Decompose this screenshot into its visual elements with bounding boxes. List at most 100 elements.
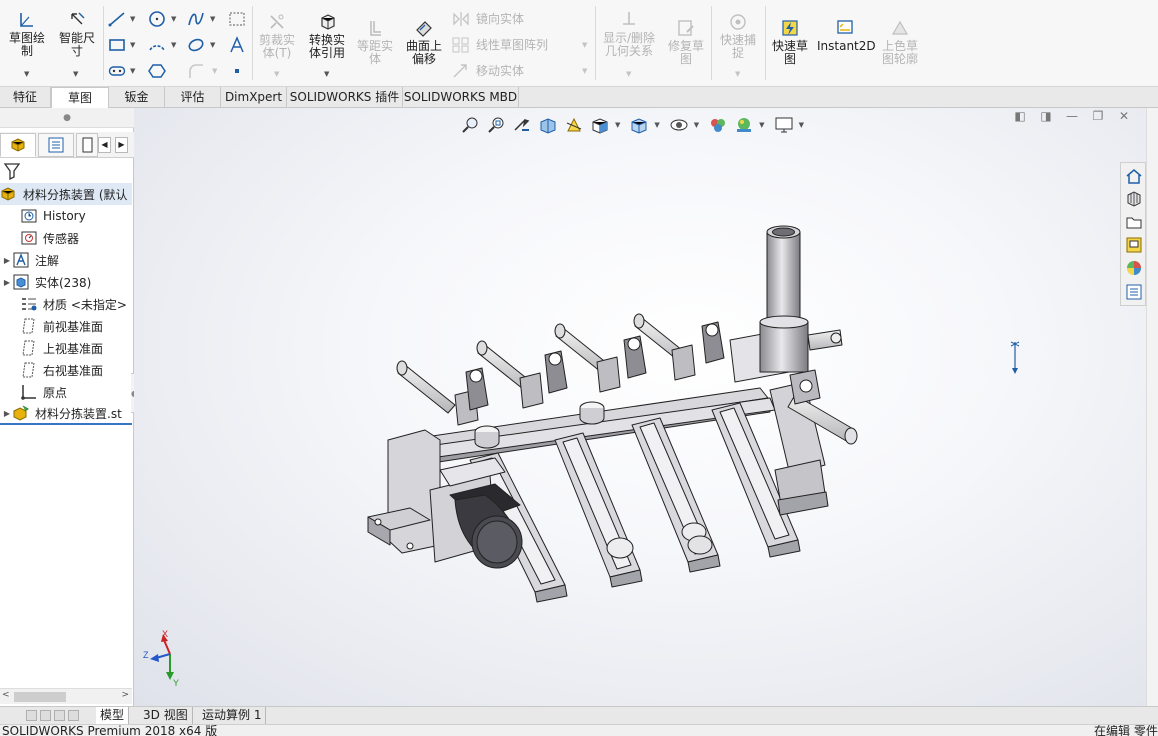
tab-3d-views[interactable]: 3D 视图 xyxy=(139,707,193,724)
spline-dropdown-arrow[interactable]: ▼ xyxy=(210,15,215,23)
tab-scroll-left[interactable]: ◀ xyxy=(98,137,111,153)
linear-sketch-pattern-button[interactable]: 线性草图阵列 xyxy=(452,36,548,53)
tree-item-origin[interactable]: 原点 xyxy=(0,381,132,403)
filter-icon[interactable] xyxy=(3,162,21,180)
move-dropdown-arrow[interactable]: ▼ xyxy=(582,67,587,75)
fillet-icon[interactable] xyxy=(187,62,205,80)
smart-dimension-button[interactable]: 智能尺 寸 xyxy=(55,10,99,58)
property-manager-tab[interactable] xyxy=(38,133,74,157)
offset-on-surface-button[interactable]: 曲面上 偏移 xyxy=(403,18,445,66)
circle-icon[interactable] xyxy=(148,10,166,28)
vertical-scrollbar[interactable] xyxy=(1146,108,1158,706)
panel-grip[interactable]: ● xyxy=(0,108,134,128)
part-icon xyxy=(1,187,15,201)
view-palette-button[interactable] xyxy=(1123,234,1144,255)
polygon-icon[interactable] xyxy=(148,62,166,80)
slot-icon[interactable] xyxy=(108,62,126,80)
tree-item-imported-body[interactable]: ▶ 材料分拣装置.st xyxy=(0,403,132,425)
feature-manager-tab[interactable] xyxy=(0,133,36,157)
point-icon[interactable] xyxy=(228,62,246,80)
trim-dropdown-arrow[interactable]: ▼ xyxy=(274,70,279,78)
quick-snaps-dropdown-arrow[interactable]: ▼ xyxy=(735,70,740,78)
tree-item-top-plane[interactable]: 上视基准面 xyxy=(0,337,132,359)
tab-scroll-right[interactable]: ▶ xyxy=(115,137,128,153)
tab-solidworks-addins[interactable]: SOLIDWORKS 插件 xyxy=(287,87,403,108)
scroll-right-arrow-icon[interactable]: > xyxy=(121,690,129,700)
mirror-entities-button[interactable]: 镜向实体 xyxy=(452,10,524,27)
expand-arrow-icon[interactable]: ▶ xyxy=(2,256,12,265)
solidworks-resources-button[interactable] xyxy=(1123,165,1144,186)
status-product-name: SOLIDWORKS Premium 2018 x64 版 xyxy=(2,724,218,736)
sorting-device-model[interactable] xyxy=(134,108,1146,706)
tab-features[interactable]: 特征 xyxy=(0,87,51,108)
tree-item-sensors[interactable]: 传感器 xyxy=(0,227,132,249)
trim-entities-button[interactable]: 剪裁实 体(T) xyxy=(256,12,298,60)
sketch-region-icon[interactable] xyxy=(228,10,246,28)
task-pane xyxy=(1120,162,1146,306)
ellipse-dropdown-arrow[interactable]: ▼ xyxy=(210,41,215,49)
shaded-sketch-contours-button[interactable]: 上色草 图轮廓 xyxy=(877,18,923,66)
tab-model[interactable]: 模型 xyxy=(96,707,130,724)
offset-entities-button[interactable]: 等距实 体 xyxy=(354,18,396,66)
convert-dropdown-arrow[interactable]: ▼ xyxy=(324,70,329,78)
tree-item-material[interactable]: 材质 <未指定> xyxy=(0,293,132,315)
tree-item-right-plane[interactable]: 右视基准面 xyxy=(0,359,132,381)
scrollbar-thumb[interactable] xyxy=(14,692,66,702)
sketch-icon xyxy=(20,13,33,27)
line-icon[interactable] xyxy=(108,10,126,28)
linear-pattern-dropdown-arrow[interactable]: ▼ xyxy=(582,41,587,49)
last-tab-icon[interactable] xyxy=(68,710,79,721)
tree-item-annotations[interactable]: ▶ 注解 xyxy=(0,249,132,271)
tree-item-solid-bodies[interactable]: ▶ 实体(238) xyxy=(0,271,132,293)
tab-dimxpert[interactable]: DimXpert xyxy=(221,87,287,108)
convert-entities-button[interactable]: 转换实 体引用 xyxy=(305,12,349,60)
annotation-icon xyxy=(13,252,29,268)
folder-icon xyxy=(1126,217,1141,228)
repair-sketch-button[interactable]: 修复草 图 xyxy=(664,18,708,66)
ellipse-icon[interactable] xyxy=(187,36,205,54)
ribbon-separator xyxy=(103,6,104,80)
horizontal-scrollbar[interactable]: < > xyxy=(0,688,132,704)
tab-sketch[interactable]: 草图 xyxy=(51,87,109,109)
tree-root-part[interactable]: 材料分拣装置 (默认 xyxy=(0,183,132,205)
tree-item-front-plane[interactable]: 前视基准面 xyxy=(0,315,132,337)
shaded-contours-icon xyxy=(891,20,909,35)
custom-properties-button[interactable] xyxy=(1123,281,1144,302)
next-tab-icon[interactable] xyxy=(54,710,65,721)
expand-arrow-icon[interactable]: ▶ xyxy=(2,409,12,418)
fillet-dropdown-arrow[interactable]: ▼ xyxy=(212,67,217,75)
spline-icon[interactable] xyxy=(187,10,205,28)
arc-icon[interactable] xyxy=(148,36,166,54)
tab-solidworks-mbd[interactable]: SOLIDWORKS MBD xyxy=(403,87,519,108)
tab-sheet-metal[interactable]: 钣金 xyxy=(109,87,165,108)
arc-dropdown-arrow[interactable]: ▼ xyxy=(171,41,176,49)
line-dropdown-arrow[interactable]: ▼ xyxy=(130,15,135,23)
appearances-button[interactable] xyxy=(1123,257,1144,278)
text-icon[interactable] xyxy=(228,36,246,54)
design-library-button[interactable] xyxy=(1123,188,1144,209)
smart-dimension-dropdown-arrow[interactable]: ▼ xyxy=(73,70,78,78)
previous-tab-icon[interactable] xyxy=(40,710,51,721)
sketch-dropdown-arrow[interactable]: ▼ xyxy=(24,70,29,78)
tab-motion-study[interactable]: 运动算例 1 xyxy=(198,707,267,724)
rectangle-dropdown-arrow[interactable]: ▼ xyxy=(130,41,135,49)
display-delete-relations-button[interactable]: 显示/删除 几何关系 xyxy=(598,10,660,58)
slot-dropdown-arrow[interactable]: ▼ xyxy=(130,67,135,75)
sketch-button[interactable]: 草图绘 制 xyxy=(6,10,48,58)
graphics-area[interactable]: ▼ ▼ ▼ ▼ ▼ ◧ ◨ — ❐ ✕ X Z Y xyxy=(134,108,1146,706)
quick-snaps-icon xyxy=(730,14,746,30)
expand-arrow-icon[interactable]: ▶ xyxy=(2,278,12,287)
scroll-left-arrow-icon[interactable]: < xyxy=(2,690,10,700)
move-entities-button[interactable]: 移动实体 xyxy=(452,62,524,79)
first-tab-icon[interactable] xyxy=(26,710,37,721)
tree-item-history[interactable]: History xyxy=(0,205,132,227)
circle-dropdown-arrow[interactable]: ▼ xyxy=(171,15,176,23)
quick-snaps-button[interactable]: 快速捕 捉 xyxy=(716,12,760,60)
config-manager-tab[interactable] xyxy=(76,133,98,157)
relations-dropdown-arrow[interactable]: ▼ xyxy=(626,70,631,78)
file-explorer-button[interactable] xyxy=(1123,211,1144,232)
instant2d-button[interactable]: Instant2D xyxy=(817,18,876,53)
rapid-sketch-button[interactable]: 快速草 图 xyxy=(768,18,812,66)
tab-evaluate[interactable]: 评估 xyxy=(165,87,221,108)
rectangle-icon[interactable] xyxy=(108,36,126,54)
